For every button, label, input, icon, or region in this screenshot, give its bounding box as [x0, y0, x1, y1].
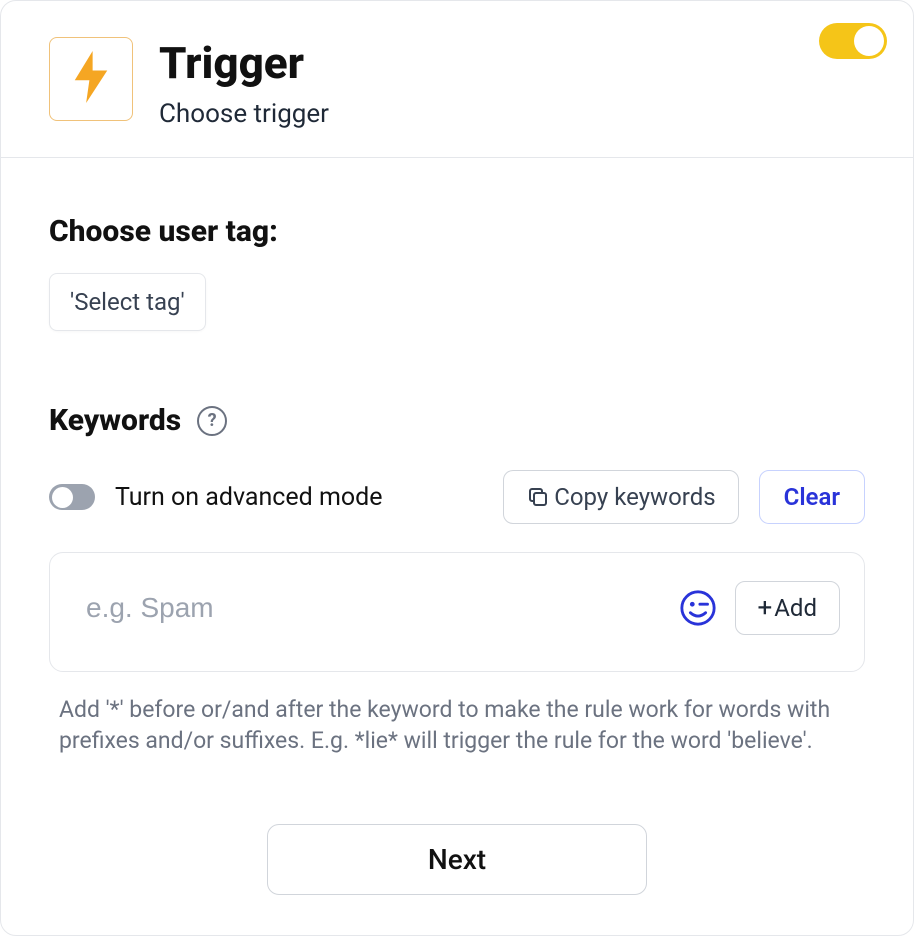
- question-icon[interactable]: ?: [197, 406, 227, 436]
- copy-keywords-button[interactable]: Copy keywords: [503, 470, 738, 524]
- user-tag-label: Choose user tag:: [49, 214, 865, 249]
- advanced-row: Turn on advanced mode Copy keywords Clea…: [49, 470, 865, 524]
- trigger-icon-box: [49, 37, 133, 121]
- add-keyword-button[interactable]: + Add: [735, 581, 841, 635]
- card-body: Choose user tag: 'Select tag' Keywords ?…: [1, 158, 913, 935]
- advanced-mode-label: Turn on advanced mode: [115, 483, 483, 512]
- card-title: Trigger: [159, 39, 329, 87]
- keyword-input[interactable]: [86, 592, 661, 624]
- keywords-header-row: Keywords ?: [49, 403, 865, 438]
- add-label: Add: [774, 594, 817, 622]
- footer-row: Next: [49, 824, 865, 895]
- lightning-icon: [71, 51, 111, 107]
- keyword-help-text: Add '*' before or/and after the keyword …: [49, 694, 865, 756]
- enable-trigger-toggle[interactable]: [819, 23, 887, 59]
- next-button[interactable]: Next: [267, 824, 647, 895]
- toggle-knob: [854, 26, 884, 56]
- card-subtitle: Choose trigger: [159, 99, 329, 129]
- keyword-input-box: + Add: [49, 552, 865, 672]
- copy-icon: [526, 485, 550, 509]
- title-block: Trigger Choose trigger: [159, 39, 329, 129]
- copy-keywords-label: Copy keywords: [554, 483, 715, 511]
- card-header: Trigger Choose trigger: [1, 1, 913, 158]
- plus-icon: +: [758, 595, 773, 621]
- toggle-knob: [52, 487, 73, 508]
- clear-button[interactable]: Clear: [759, 470, 865, 524]
- advanced-mode-toggle[interactable]: [49, 484, 95, 510]
- trigger-card: Trigger Choose trigger Choose user tag: …: [0, 0, 914, 936]
- keywords-label: Keywords: [49, 403, 181, 438]
- select-tag-dropdown[interactable]: 'Select tag': [49, 273, 206, 331]
- emoji-wink-icon[interactable]: [679, 589, 717, 627]
